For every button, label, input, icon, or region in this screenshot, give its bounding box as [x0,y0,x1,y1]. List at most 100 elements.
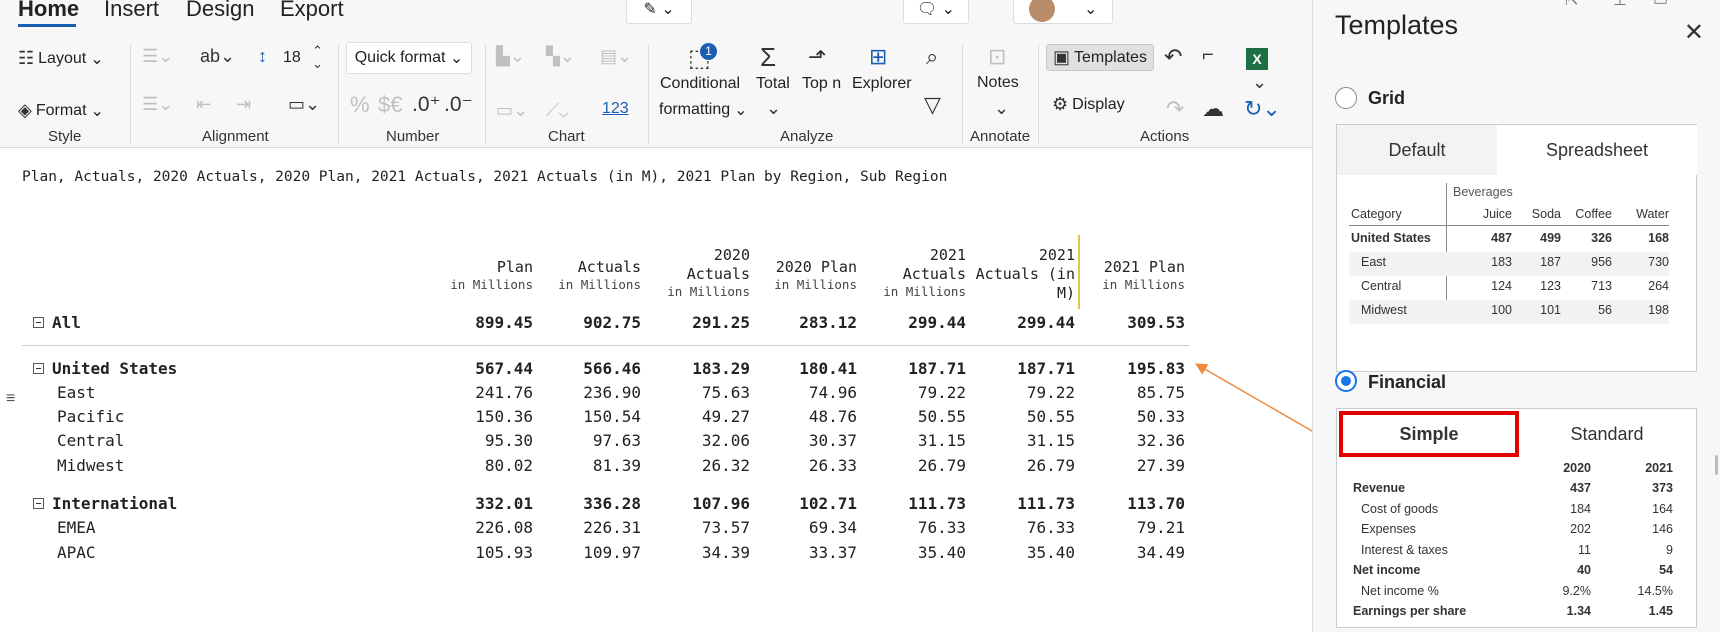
align-left-icon[interactable]: ☰⌄ [142,46,173,67]
row-label[interactable]: Pacific [57,407,124,426]
close-icon[interactable]: ✕ [1684,18,1704,47]
total-button[interactable]: Total [756,75,790,93]
stacked-chart-icon[interactable]: ▚⌄ [546,46,575,67]
window-icon[interactable]: ▭ [1653,0,1668,10]
table-cell[interactable]: 32.36 [1065,431,1185,450]
text-style-icon[interactable]: ab⌄ [200,46,235,67]
table-cell[interactable]: 95.30 [413,431,533,450]
row-label[interactable]: United States [33,359,177,378]
tab-export[interactable]: Export [280,0,344,22]
chevron-down-icon[interactable]: ⌄ [766,98,781,119]
table-row[interactable]: Midwest 80.02 81.39 26.32 26.33 26.79 26.79 27.… [0,456,1200,480]
table-cell[interactable]: 30.37 [737,431,857,450]
pen-dropdown-button[interactable]: ✎ ⌄ [626,0,692,24]
row-handle-icon[interactable]: ≡ [6,390,15,408]
align-icon[interactable]: ☰⌄ [142,94,173,115]
row-label[interactable]: Central [57,431,124,450]
row-label[interactable]: East [57,383,96,402]
column-header[interactable]: Plan in Millions [421,258,533,293]
table-cell[interactable]: 69.34 [737,518,857,537]
tab-spreadsheet[interactable]: Spreadsheet [1497,125,1697,175]
table-row[interactable]: APAC 105.93 109.97 34.39 33.37 35.40 35.40 34.4… [0,543,1200,567]
table-cell[interactable]: 109.97 [521,543,641,562]
table-cell[interactable]: 102.71 [737,494,857,513]
chevron-down-icon[interactable]: ⌄ [994,98,1009,119]
table-cell[interactable]: 79.22 [846,383,966,402]
table-cell[interactable]: 32.06 [630,431,750,450]
table-cell[interactable]: 236.90 [521,383,641,402]
table-cell[interactable]: 195.83 [1065,359,1185,378]
table-cell[interactable]: 111.73 [846,494,966,513]
cloud-upload-icon[interactable]: ☁ [1202,96,1224,122]
search-icon[interactable]: ⌕ [926,44,938,70]
formula-bar[interactable]: Plan, Actuals, 2020 Actuals, 2020 Plan, … [22,169,947,185]
variance-chart-icon[interactable]: ▤⌄ [600,46,632,67]
table-cell[interactable]: 902.75 [521,313,641,332]
column-header[interactable]: 2020 Plan in Millions [745,258,857,293]
decrease-decimal-icon[interactable]: .0⁻ [444,92,473,117]
table-cell[interactable]: 97.63 [521,431,641,450]
table-cell[interactable]: 336.28 [521,494,641,513]
table-cell[interactable]: 226.08 [413,518,533,537]
refresh-icon[interactable]: ↻⌄ [1244,96,1281,122]
top-n-button[interactable]: Top n [802,75,841,93]
column-header[interactable]: 2021 Actuals (in M) [963,246,1075,303]
table-cell[interactable]: 26.33 [737,456,857,475]
bar-chart-icon[interactable]: ▙⌄ [496,46,525,67]
row-label[interactable]: Midwest [57,456,124,475]
tab-design[interactable]: Design [186,0,254,22]
table-cell[interactable]: 31.15 [955,431,1075,450]
format-button[interactable]: ◈ Format ⌄ [18,100,104,121]
row-label[interactable]: APAC [57,543,96,562]
table-cell[interactable]: 180.41 [737,359,857,378]
tab-standard[interactable]: Standard [1517,409,1697,459]
notes-button[interactable]: Notes [977,74,1019,92]
table-cell[interactable]: 187.71 [955,359,1075,378]
column-header[interactable]: 2021 Plan in Millions [1073,258,1185,293]
add-note-icon[interactable]: ⊡ [988,44,1006,70]
table-cell[interactable]: 76.33 [955,518,1075,537]
table-cell[interactable]: 50.55 [846,407,966,426]
dock-icon[interactable]: ⊥ [1613,0,1627,10]
table-cell[interactable]: 35.40 [955,543,1075,562]
table-cell[interactable]: 299.44 [955,313,1075,332]
column-header[interactable]: 2021 Actuals in Millions [854,246,966,300]
table-row[interactable]: EMEA 226.08 226.31 73.57 69.34 76.33 76.33 79.2… [0,518,1200,542]
conditional-formatting-dropdown[interactable]: formatting ⌄ [659,100,748,120]
table-cell[interactable]: 299.44 [846,313,966,332]
table-cell[interactable]: 105.93 [413,543,533,562]
row-label[interactable]: All [33,313,81,332]
table-cell[interactable]: 50.55 [955,407,1075,426]
table-cell[interactable]: 74.96 [737,383,857,402]
financial-template-card[interactable]: Simple Standard 2020 2021 Revenue 437 373 Cos… [1336,408,1697,628]
table-cell[interactable]: 899.45 [413,313,533,332]
collapse-icon[interactable] [33,498,44,509]
table-cell[interactable]: 283.12 [737,313,857,332]
column-header[interactable]: 2020 Actuals in Millions [638,246,750,300]
font-size-input[interactable]: 18 [283,49,301,67]
table-cell[interactable]: 31.15 [846,431,966,450]
table-cell[interactable]: 332.01 [413,494,533,513]
sum-icon[interactable]: Σ [760,42,776,73]
table-cell[interactable]: 35.40 [846,543,966,562]
table-cell[interactable]: 48.76 [737,407,857,426]
templates-button[interactable]: ▣ Templates [1046,44,1154,71]
table-cell[interactable]: 566.46 [521,359,641,378]
increase-decimal-icon[interactable]: .0⁺ [412,92,441,117]
grid-template-card[interactable]: Default Spreadsheet Beverages Category Jui… [1336,124,1697,372]
line-chart-icon[interactable]: ⟋⌄ [546,100,568,121]
table-cell[interactable]: 73.57 [630,518,750,537]
table-cell[interactable]: 34.39 [630,543,750,562]
grid-radio[interactable] [1335,87,1357,109]
top-n-icon[interactable]: ⬏ [808,44,826,70]
table-cell[interactable]: 226.31 [521,518,641,537]
tab-default[interactable]: Default [1337,125,1497,175]
ruler-icon[interactable]: ⌐ [1202,44,1214,67]
panel-scrollbar[interactable] [1715,455,1718,475]
table-row[interactable]: United States 567.44 566.46 183.29 180.41 187… [0,359,1200,383]
redo-icon[interactable]: ↷ [1166,96,1184,122]
filter-icon[interactable]: ▽ [924,92,941,118]
indent-icon[interactable]: ⇥ [236,94,251,115]
table-cell[interactable]: 76.33 [846,518,966,537]
outdent-icon[interactable]: ⇤ [196,94,211,115]
